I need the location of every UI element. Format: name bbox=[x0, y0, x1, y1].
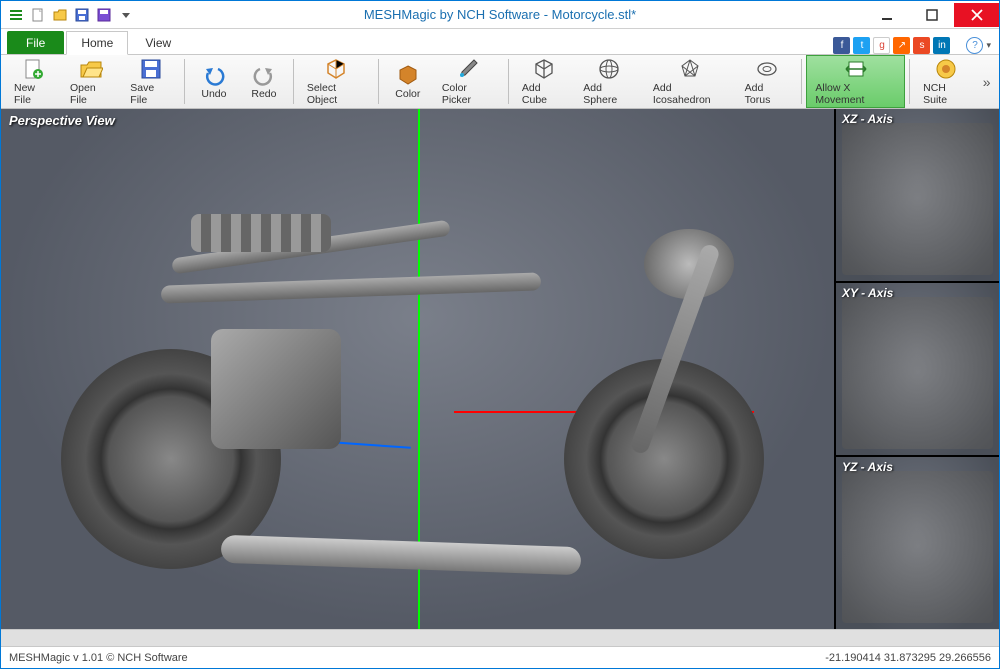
xz-viewport[interactable]: XZ - Axis bbox=[836, 109, 999, 283]
frame-top bbox=[161, 272, 541, 303]
viewport-area: Perspective View XZ - Axis XY - Axis YZ … bbox=[1, 109, 999, 629]
google-icon[interactable]: g bbox=[873, 37, 890, 54]
allow-x-movement-button[interactable]: Allow X Movement bbox=[806, 55, 905, 108]
status-version: MESHMagic v 1.01 © NCH Software bbox=[9, 652, 188, 664]
color-picker-button[interactable]: Color Picker bbox=[433, 55, 504, 108]
open-file-icon bbox=[79, 57, 103, 81]
toolbar-separator bbox=[801, 59, 802, 104]
toolbar-separator bbox=[184, 59, 185, 104]
title-bar: MESHMagic by NCH Software - Motorcycle.s… bbox=[1, 1, 999, 29]
close-button[interactable] bbox=[954, 3, 999, 27]
toolbar-separator bbox=[293, 59, 294, 104]
save-file-button[interactable]: Save File bbox=[121, 55, 180, 108]
status-bar: MESHMagic v 1.01 © NCH Software -21.1904… bbox=[1, 646, 999, 668]
add-cube-button[interactable]: Add Cube bbox=[513, 55, 574, 108]
help-icon[interactable]: ? bbox=[966, 37, 983, 54]
color-button[interactable]: Color bbox=[383, 55, 433, 108]
qat-save-as-icon[interactable] bbox=[95, 6, 113, 24]
save-file-icon bbox=[139, 57, 163, 81]
nch-suite-icon bbox=[934, 57, 958, 81]
tab-file[interactable]: File bbox=[7, 31, 64, 54]
yz-content bbox=[842, 471, 993, 623]
exhaust bbox=[221, 535, 582, 576]
redo-button[interactable]: Redo bbox=[239, 55, 289, 108]
scroll-thumb[interactable] bbox=[1, 630, 999, 646]
add-torus-button[interactable]: Add Torus bbox=[736, 55, 798, 108]
tab-home[interactable]: Home bbox=[66, 31, 128, 55]
qat-save-icon[interactable] bbox=[73, 6, 91, 24]
xy-content bbox=[842, 297, 993, 449]
status-coords: -21.190414 31.873295 29.266556 bbox=[825, 652, 991, 664]
toolbar-overflow-icon[interactable]: » bbox=[978, 55, 995, 108]
select-object-button[interactable]: Select Object bbox=[298, 55, 374, 108]
undo-icon bbox=[202, 63, 226, 87]
horizontal-scrollbar[interactable] bbox=[1, 629, 999, 646]
nch-suite-button[interactable]: NCH Suite bbox=[914, 55, 978, 108]
qat-open-icon[interactable] bbox=[51, 6, 69, 24]
open-file-button[interactable]: Open File bbox=[61, 55, 121, 108]
move-x-icon bbox=[844, 57, 868, 81]
minimize-button[interactable] bbox=[864, 3, 909, 27]
facebook-icon[interactable]: f bbox=[833, 37, 850, 54]
undo-button[interactable]: Undo bbox=[189, 55, 239, 108]
side-viewports: XZ - Axis XY - Axis YZ - Axis bbox=[834, 109, 999, 629]
xz-content bbox=[842, 123, 993, 275]
maximize-button[interactable] bbox=[909, 3, 954, 27]
perspective-viewport[interactable]: Perspective View bbox=[1, 109, 834, 629]
torus-icon bbox=[755, 57, 779, 81]
new-file-icon bbox=[21, 57, 45, 81]
share-icon[interactable]: ↗ bbox=[893, 37, 910, 54]
qat-dropdown-icon[interactable] bbox=[117, 6, 135, 24]
twitter-icon[interactable]: t bbox=[853, 37, 870, 54]
select-object-icon bbox=[324, 57, 348, 81]
window-controls bbox=[864, 3, 999, 27]
qat-menu-icon[interactable] bbox=[7, 6, 25, 24]
stumble-icon[interactable]: s bbox=[913, 37, 930, 54]
new-file-button[interactable]: New File bbox=[5, 55, 61, 108]
quick-access-toolbar bbox=[1, 6, 135, 24]
model-placeholder bbox=[61, 179, 794, 559]
sphere-icon bbox=[597, 57, 621, 81]
engine-block bbox=[211, 329, 341, 449]
redo-icon bbox=[252, 63, 276, 87]
cube-icon bbox=[532, 57, 556, 81]
main-view-label: Perspective View bbox=[9, 113, 115, 128]
icosahedron-icon bbox=[678, 57, 702, 81]
toolbar-separator bbox=[909, 59, 910, 104]
help-dropdown-icon[interactable]: ▾ bbox=[986, 40, 991, 51]
window-title: MESHMagic by NCH Software - Motorcycle.s… bbox=[1, 7, 999, 22]
tab-view[interactable]: View bbox=[130, 31, 186, 54]
color-picker-icon bbox=[456, 57, 480, 81]
toolbar-separator bbox=[378, 59, 379, 104]
add-sphere-button[interactable]: Add Sphere bbox=[574, 55, 644, 108]
ribbon-tabs: File Home View f t g ↗ s in ? ▾ bbox=[1, 29, 999, 55]
xy-viewport[interactable]: XY - Axis bbox=[836, 283, 999, 457]
color-icon bbox=[396, 63, 420, 87]
linkedin-icon[interactable]: in bbox=[933, 37, 950, 54]
toolbar: New File Open File Save File Undo Redo S… bbox=[1, 55, 999, 109]
yz-viewport[interactable]: YZ - Axis bbox=[836, 457, 999, 629]
social-links: f t g ↗ s in ? ▾ bbox=[833, 37, 999, 54]
seat bbox=[191, 214, 331, 252]
toolbar-separator bbox=[508, 59, 509, 104]
qat-new-icon[interactable] bbox=[29, 6, 47, 24]
add-icosahedron-button[interactable]: Add Icosahedron bbox=[644, 55, 736, 108]
